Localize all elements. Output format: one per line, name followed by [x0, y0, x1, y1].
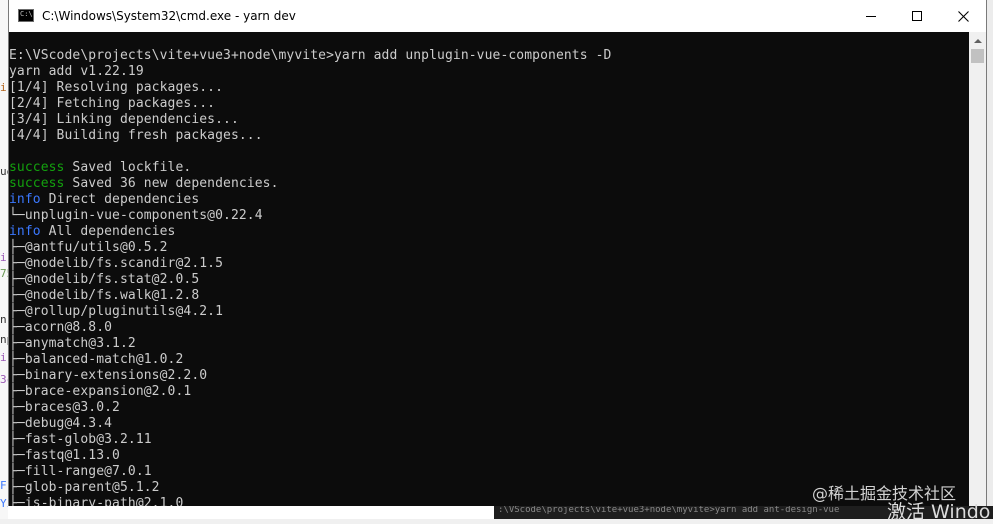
console-line-text: ├─fill-range@7.0.1	[9, 464, 152, 479]
console-line-text: Saved lockfile.	[64, 160, 192, 175]
console-line-text: All dependencies	[40, 224, 176, 239]
background-text-fragment: Yi	[0, 498, 8, 510]
console-line-text: ├─braces@3.0.2	[9, 400, 120, 415]
console-line-text: ├─debug@4.3.4	[9, 416, 113, 431]
background-text-fragment: ue	[0, 166, 8, 178]
console-line: ├─fill-range@7.0.1	[9, 464, 152, 480]
console-line: ├─acorn@8.8.0	[9, 320, 112, 336]
minimize-button[interactable]	[848, 0, 894, 32]
console-line-text: ├─@nodelib/fs.walk@1.2.8	[9, 288, 200, 303]
background-text-fragment: n	[0, 314, 7, 326]
console-line-text: ├─is-binary-path@2.1.0	[9, 496, 184, 506]
console-line: ├─glob-parent@5.1.2	[9, 480, 160, 496]
console-line: info Direct dependencies	[9, 192, 199, 208]
console-line-text: [3/4] Linking dependencies...	[9, 112, 239, 127]
activate-windows-text: 激活 Windo	[887, 501, 991, 523]
scroll-up-button[interactable]	[969, 32, 986, 49]
vertical-scrollbar[interactable]	[969, 32, 986, 506]
window-title: C:\Windows\System32\cmd.exe - yarn dev	[42, 9, 296, 23]
console-line-text: ├─glob-parent@5.1.2	[9, 480, 160, 495]
console-line: ├─braces@3.0.2	[9, 400, 120, 416]
info-prefix: info	[9, 224, 41, 239]
console-line: [2/4] Fetching packages...	[9, 96, 215, 112]
console-line-text: yarn add v1.22.19	[9, 64, 144, 79]
console-line-text: ├─@rollup/pluginutils@4.2.1	[9, 304, 224, 319]
background-text-fragment: ir	[0, 82, 8, 94]
close-icon	[957, 10, 969, 22]
console-line-text: ├─balanced-match@1.0.2	[9, 352, 184, 367]
background-text-fragment: ir	[0, 352, 8, 364]
cmd-icon: C:\	[18, 9, 34, 22]
console-line: ├─@antfu/utils@0.5.2	[9, 240, 168, 256]
console-line: ├─debug@4.3.4	[9, 416, 112, 432]
console-line-text: ├─@antfu/utils@0.5.2	[9, 240, 168, 255]
background-text-fragment: Fr	[0, 480, 8, 492]
maximize-button[interactable]	[894, 0, 940, 32]
console-line-text: ├─anymatch@3.1.2	[9, 336, 136, 351]
cmd-window[interactable]: C:\ C:\Windows\System32\cmd.exe - yarn d…	[8, 0, 987, 506]
console-line-text: Direct dependencies	[40, 192, 200, 207]
console-line-text: [1/4] Resolving packages...	[9, 80, 224, 95]
title-bar[interactable]: C:\ C:\Windows\System32\cmd.exe - yarn d…	[9, 0, 986, 32]
console-line-text: Saved 36 new dependencies.	[64, 176, 279, 191]
console-line: success Saved lockfile.	[9, 160, 191, 176]
console-line-text: ├─acorn@8.8.0	[9, 320, 113, 335]
background-terminal-text: :\VScode\projects\vite+vue3+node\myvite>…	[498, 506, 840, 515]
console-line: [1/4] Resolving packages...	[9, 80, 223, 96]
background-text-fragment: 3c	[0, 374, 8, 386]
console-line: [3/4] Linking dependencies...	[9, 112, 239, 128]
console-line: ├─fast-glob@3.2.11	[9, 432, 152, 448]
console-line: success Saved 36 new dependencies.	[9, 176, 279, 192]
console-line-text: ├─@nodelib/fs.stat@2.0.5	[9, 272, 200, 287]
console-line-text: └─unplugin-vue-components@0.22.4	[9, 208, 263, 223]
background-window-edge: ir ue ir 75 n np ir 3c Fr Yi	[0, 0, 8, 519]
console-line: info All dependencies	[9, 224, 175, 240]
console-line-text: ├─@nodelib/fs.scandir@2.1.5	[9, 256, 224, 271]
info-prefix: info	[9, 192, 41, 207]
chevron-up-icon	[973, 38, 982, 43]
console-line: ├─@nodelib/fs.scandir@2.1.5	[9, 256, 223, 272]
console-line: ├─@nodelib/fs.stat@2.0.5	[9, 272, 199, 288]
console-line-text: ├─fastq@1.13.0	[9, 448, 120, 463]
minimize-icon	[866, 15, 876, 17]
console-line: ├─is-binary-path@2.1.0	[9, 496, 183, 506]
console-line-text: [4/4] Building fresh packages...	[9, 128, 263, 143]
console-line-text: ├─fast-glob@3.2.11	[9, 432, 152, 447]
close-button[interactable]	[940, 0, 986, 32]
console-line: ├─anymatch@3.1.2	[9, 336, 136, 352]
success-prefix: success	[9, 176, 65, 191]
console-line: E:\VScode\projects\vite+vue3+node\myvite…	[9, 48, 611, 64]
console-line: [4/4] Building fresh packages...	[9, 128, 263, 144]
console-line-text: ├─binary-extensions@2.2.0	[9, 368, 208, 383]
console-line: ├─binary-extensions@2.2.0	[9, 368, 207, 384]
background-text-fragment: ir	[0, 252, 8, 264]
console-line: ├─@rollup/pluginutils@4.2.1	[9, 304, 223, 320]
console-line-text: E:\VScode\projects\vite+vue3+node\myvite…	[9, 48, 612, 63]
scrollbar-thumb[interactable]	[971, 49, 984, 63]
console-line: ├─@nodelib/fs.walk@1.2.8	[9, 288, 199, 304]
console-line: yarn add v1.22.19	[9, 64, 144, 80]
console-line: ├─fastq@1.13.0	[9, 448, 120, 464]
console-line-text: [2/4] Fetching packages...	[9, 96, 216, 111]
console-line: └─unplugin-vue-components@0.22.4	[9, 208, 263, 224]
background-text-fragment: np	[0, 334, 8, 346]
console-line: ├─balanced-match@1.0.2	[9, 352, 183, 368]
console-output[interactable]: E:\VScode\projects\vite+vue3+node\myvite…	[9, 32, 969, 506]
background-text-fragment: 75	[0, 268, 8, 280]
success-prefix: success	[9, 160, 65, 175]
maximize-icon	[912, 11, 922, 21]
console-line: ├─brace-expansion@2.0.1	[9, 384, 191, 400]
console-line-text: ├─brace-expansion@2.0.1	[9, 384, 192, 399]
